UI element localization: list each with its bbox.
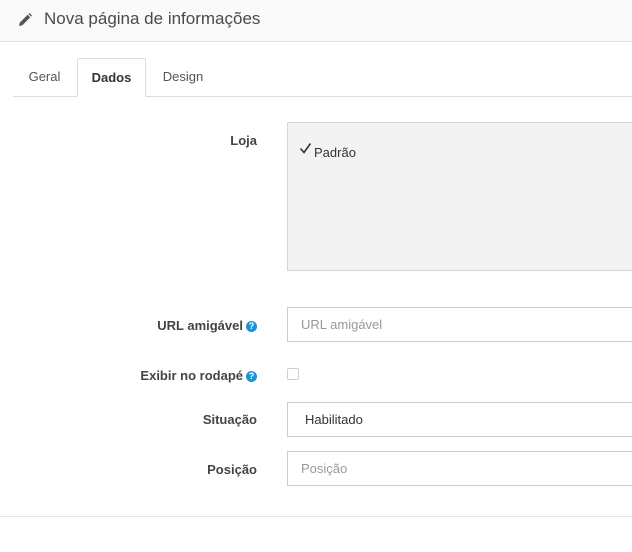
store-option-label: Padrão — [314, 145, 356, 160]
tab-bar: Geral Dados Design — [13, 58, 632, 97]
bottom-checkbox[interactable] — [287, 368, 299, 380]
checkmark-icon[interactable] — [299, 142, 312, 155]
sort-order-input[interactable]: Posição — [287, 451, 632, 486]
tab-design[interactable]: Design — [147, 58, 219, 97]
bottom-label-text: Exibir no rodapé — [140, 368, 243, 383]
status-select[interactable]: Habilitado — [287, 402, 632, 437]
status-label: Situação — [202, 412, 257, 427]
help-icon[interactable]: ? — [246, 371, 257, 382]
tab-geral[interactable]: Geral — [13, 58, 76, 97]
page-title: Nova página de informações — [44, 9, 261, 28]
panel-heading: Nova página de informações — [0, 0, 632, 42]
divider — [0, 516, 632, 517]
store-label: Loja — [230, 133, 257, 148]
tab-dados[interactable]: Dados — [77, 58, 146, 97]
store-list: Padrão — [287, 122, 632, 271]
help-icon[interactable]: ? — [246, 321, 257, 332]
sort-order-label: Posição — [207, 462, 257, 477]
seo-url-label: URL amigável? — [157, 318, 257, 333]
bottom-label: Exibir no rodapé? — [140, 368, 257, 383]
seo-url-label-text: URL amigável — [157, 318, 243, 333]
seo-url-input[interactable]: URL amigável — [287, 307, 632, 342]
pencil-icon — [19, 13, 32, 26]
